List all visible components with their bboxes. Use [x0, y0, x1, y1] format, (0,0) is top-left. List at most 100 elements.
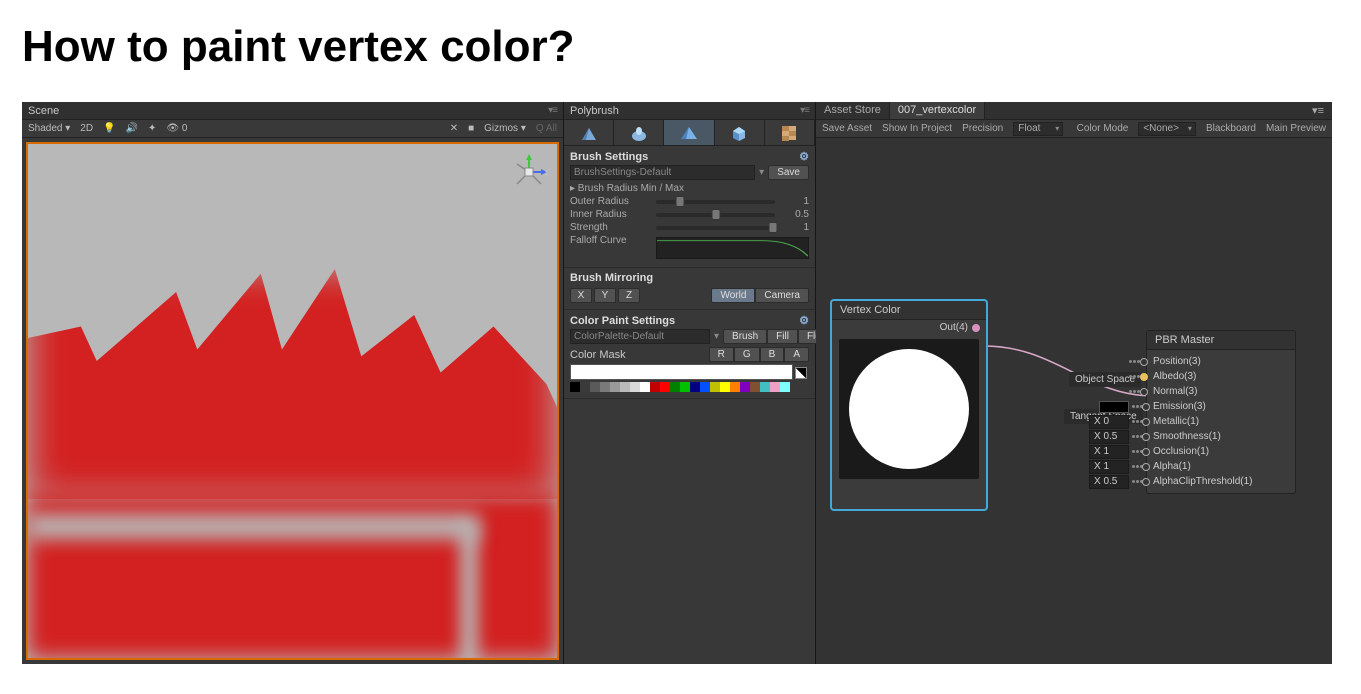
- gear-icon[interactable]: ⚙: [799, 314, 809, 327]
- mode-2d-toggle[interactable]: 2D: [80, 123, 93, 134]
- panel-menu-icon[interactable]: ▾≡: [800, 105, 809, 116]
- alpha-port[interactable]: [1142, 463, 1150, 471]
- mirror-x-button[interactable]: X: [570, 288, 592, 303]
- palette-swatch[interactable]: [660, 382, 670, 392]
- metallic-field[interactable]: X 0: [1089, 415, 1129, 429]
- mirror-camera-button[interactable]: Camera: [755, 288, 809, 303]
- smoothness-field[interactable]: X 0.5: [1089, 430, 1129, 444]
- audio-icon[interactable]: 🔊: [126, 123, 138, 134]
- smoothness-port[interactable]: [1142, 433, 1150, 441]
- palette-swatch[interactable]: [650, 382, 660, 392]
- polybrush-tab[interactable]: Polybrush ▾≡: [564, 102, 815, 120]
- palette-swatch[interactable]: [570, 382, 580, 392]
- palette-swatch[interactable]: [670, 382, 680, 392]
- current-color-swatch[interactable]: [570, 364, 793, 380]
- panel-menu-icon[interactable]: ▾≡: [548, 105, 557, 116]
- graph-canvas[interactable]: Vertex Color Out(4) Object Space Tangent…: [816, 138, 1332, 664]
- palette-swatch[interactable]: [620, 382, 630, 392]
- palette-swatch[interactable]: [760, 382, 770, 392]
- brush-radius-foldout[interactable]: ▸ Brush Radius Min / Max: [570, 183, 809, 194]
- palette-preset-field[interactable]: [570, 329, 710, 344]
- fill-mode-button[interactable]: Fill: [767, 329, 798, 344]
- mirror-y-button[interactable]: Y: [594, 288, 616, 303]
- mask-a-button[interactable]: A: [784, 347, 809, 362]
- palette-swatch[interactable]: [600, 382, 610, 392]
- color-paint-header: Color Paint Settings: [570, 315, 675, 327]
- emission-swatch[interactable]: [1099, 401, 1129, 413]
- alpha-field[interactable]: X 1: [1089, 460, 1129, 474]
- camera-icon[interactable]: ■: [468, 123, 474, 134]
- asset-store-tab[interactable]: Asset Store: [816, 102, 890, 119]
- alphaclip-field[interactable]: X 0.5: [1089, 475, 1129, 489]
- save-preset-button[interactable]: Save: [768, 165, 809, 180]
- palette-swatch[interactable]: [730, 382, 740, 392]
- palette-swatch[interactable]: [750, 382, 760, 392]
- falloff-curve[interactable]: [656, 237, 809, 259]
- color-mask-buttons: R G B A: [709, 347, 809, 362]
- palette-swatch[interactable]: [580, 382, 590, 392]
- shading-dropdown[interactable]: Shaded ▾: [28, 123, 70, 134]
- texture-tab[interactable]: [765, 120, 815, 145]
- out-port-pin[interactable]: [972, 324, 980, 332]
- brush-mode-button[interactable]: Brush: [723, 329, 767, 344]
- save-asset-button[interactable]: Save Asset: [822, 123, 872, 134]
- palette-swatch[interactable]: [710, 382, 720, 392]
- prefab-tab[interactable]: [715, 120, 765, 145]
- strength-value: 1: [781, 222, 809, 233]
- emission-port[interactable]: [1142, 403, 1150, 411]
- graph-tab[interactable]: 007_vertexcolor: [890, 102, 985, 119]
- scene-tab[interactable]: Scene ▾≡: [22, 102, 563, 120]
- vertex-color-node[interactable]: Vertex Color Out(4): [831, 300, 987, 510]
- hidden-icon[interactable]: 👁 0: [166, 123, 187, 134]
- mask-r-button[interactable]: R: [709, 347, 734, 362]
- mask-b-button[interactable]: B: [760, 347, 785, 362]
- metallic-label: Metallic(1): [1153, 416, 1199, 427]
- occlusion-field[interactable]: X 1: [1089, 445, 1129, 459]
- precision-dropdown[interactable]: Float: [1013, 122, 1063, 136]
- main-preview-button[interactable]: Main Preview: [1266, 123, 1326, 134]
- blackboard-button[interactable]: Blackboard: [1206, 123, 1256, 134]
- scene-viewport[interactable]: z: [26, 142, 559, 660]
- sculpt-tab[interactable]: [564, 120, 614, 145]
- palette-swatch[interactable]: [720, 382, 730, 392]
- vertex-color-tab[interactable]: [664, 120, 714, 145]
- smooth-tab[interactable]: [614, 120, 664, 145]
- palette-swatch[interactable]: [630, 382, 640, 392]
- palette-swatch[interactable]: [690, 382, 700, 392]
- palette-swatch[interactable]: [700, 382, 710, 392]
- metallic-port[interactable]: [1142, 418, 1150, 426]
- panel-menu-icon[interactable]: ▾≡: [1304, 102, 1332, 119]
- lighting-icon[interactable]: 💡: [103, 123, 115, 134]
- palette-swatch[interactable]: [610, 382, 620, 392]
- mirror-world-button[interactable]: World: [711, 288, 755, 303]
- outer-radius-value: 1: [781, 196, 809, 207]
- mask-g-button[interactable]: G: [734, 347, 760, 362]
- alphaclip-port[interactable]: [1142, 478, 1150, 486]
- position-port[interactable]: [1140, 358, 1148, 366]
- gear-icon[interactable]: ⚙: [799, 150, 809, 163]
- alphaclip-label: AlphaClipThreshold(1): [1153, 476, 1253, 487]
- palette-swatch[interactable]: [680, 382, 690, 392]
- palette-swatch[interactable]: [780, 382, 790, 392]
- palette-swatch[interactable]: [640, 382, 650, 392]
- palette-swatch[interactable]: [590, 382, 600, 392]
- gizmos-dropdown[interactable]: Gizmos ▾: [484, 123, 526, 134]
- brush-preset-field[interactable]: [570, 165, 755, 180]
- search-field[interactable]: Q All: [536, 123, 557, 134]
- orientation-gizmo[interactable]: z: [509, 152, 549, 192]
- palette-swatch[interactable]: [740, 382, 750, 392]
- outer-radius-slider[interactable]: [656, 200, 775, 204]
- tools-icon[interactable]: ✕: [450, 123, 458, 134]
- mirror-z-button[interactable]: Z: [618, 288, 640, 303]
- pbr-master-node[interactable]: PBR Master Position(3) Albedo(3) Normal(…: [1146, 330, 1296, 494]
- occlusion-port[interactable]: [1142, 448, 1150, 456]
- normal-port[interactable]: [1140, 388, 1148, 396]
- palette-swatch[interactable]: [770, 382, 780, 392]
- show-in-project-button[interactable]: Show In Project: [882, 123, 952, 134]
- strength-label: Strength: [570, 222, 650, 233]
- fx-icon[interactable]: ✦: [148, 123, 156, 134]
- color-mode-dropdown[interactable]: <None>: [1138, 122, 1196, 136]
- strength-slider[interactable]: [656, 226, 775, 230]
- inner-radius-slider[interactable]: [656, 213, 775, 217]
- albedo-port[interactable]: [1140, 373, 1148, 381]
